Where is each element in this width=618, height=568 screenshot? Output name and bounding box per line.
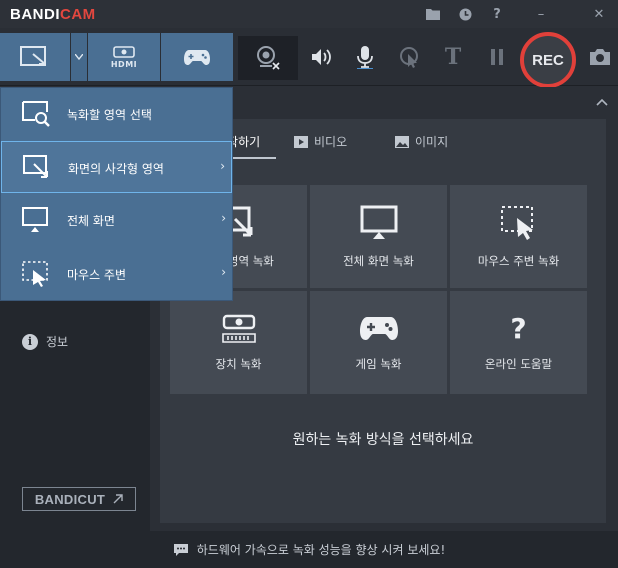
- sidebar-item-info[interactable]: i 정보: [22, 333, 68, 350]
- rect-area-icon: [23, 155, 48, 178]
- submenu-arrow-icon: ›: [221, 265, 226, 279]
- hdmi-device-icon: [221, 314, 256, 343]
- webcam-toggle[interactable]: [238, 36, 298, 80]
- mouse-area-record-tile[interactable]: 마우스 주변 녹화: [450, 185, 587, 288]
- camera-icon[interactable]: [584, 38, 616, 76]
- screen-mode-button[interactable]: [0, 33, 70, 81]
- fullscreen-icon: [360, 205, 397, 239]
- submenu-arrow-icon: ›: [220, 159, 225, 173]
- game-record-tile[interactable]: 게임 녹화: [310, 291, 447, 394]
- select-mode-prompt: 원하는 녹화 방식을 선택하세요: [292, 432, 474, 448]
- info-icon: i: [22, 333, 38, 350]
- submenu-arrow-icon: ›: [221, 211, 226, 225]
- video-icon: [294, 135, 308, 148]
- fullscreen-record-tile[interactable]: 전체 화면 녹화: [310, 185, 447, 288]
- pause-icon[interactable]: [481, 38, 513, 76]
- select-area-icon: [22, 101, 50, 127]
- collapse-icon[interactable]: [596, 95, 608, 109]
- minimize-icon[interactable]: –: [530, 3, 552, 25]
- device-record-tile[interactable]: 장치 녹화: [170, 291, 307, 394]
- app-logo: BANDICAM: [10, 6, 96, 23]
- microphone-icon[interactable]: [349, 38, 381, 76]
- status-footer[interactable]: 하드웨어 가속으로 녹화 성능을 향상 시켜 보세요!: [0, 531, 618, 568]
- mouse-area-icon: [500, 205, 533, 240]
- tab-image[interactable]: 이미지: [395, 133, 448, 150]
- external-link-icon: [113, 494, 123, 504]
- menu-item-rect-area[interactable]: 화면의 사각형 영역 ›: [1, 141, 232, 193]
- folder-icon[interactable]: [422, 3, 444, 25]
- fullscreen-icon: [22, 207, 48, 232]
- menu-item-fullscreen[interactable]: 전체 화면 ›: [1, 194, 232, 246]
- menu-item-mouse-area[interactable]: 마우스 주변 ›: [1, 248, 232, 300]
- image-icon: [395, 135, 409, 148]
- gamepad-icon: [184, 50, 210, 65]
- mode-dropdown-menu: 녹화할 영역 선택 화면의 사각형 영역 › 전체 화면 › 마우스 주변 ›: [0, 87, 233, 301]
- title-bar: BANDICAM ? – ✕: [0, 0, 618, 28]
- mode-dropdown-toggle[interactable]: [71, 33, 87, 81]
- speaker-icon[interactable]: [305, 38, 337, 76]
- chat-bubble-icon: [173, 543, 188, 556]
- game-mode-button[interactable]: [161, 33, 233, 81]
- clock-icon[interactable]: [454, 3, 476, 25]
- online-help-tile[interactable]: ? 온라인 도움말: [450, 291, 587, 394]
- cursor-effect-icon[interactable]: [394, 38, 426, 76]
- help-icon[interactable]: ?: [486, 3, 508, 25]
- menu-item-select-area[interactable]: 녹화할 영역 선택: [1, 88, 232, 140]
- footer-message: 하드웨어 가속으로 녹화 성능을 향상 시켜 보세요!: [196, 543, 446, 557]
- text-tool-icon[interactable]: T: [437, 38, 469, 76]
- help-icon: ?: [510, 311, 527, 345]
- tab-video[interactable]: 비디오: [294, 133, 347, 150]
- bandicut-button[interactable]: BANDICUT: [22, 487, 136, 511]
- webcam-icon: [257, 46, 280, 70]
- record-button[interactable]: REC: [520, 32, 576, 88]
- close-icon[interactable]: ✕: [588, 3, 610, 25]
- hdmi-device-icon: [113, 45, 135, 58]
- gamepad-icon: [359, 316, 398, 340]
- main-toolbar: HDMI T REC: [0, 28, 618, 88]
- mouse-area-icon: [22, 261, 48, 287]
- device-mode-button[interactable]: HDMI: [88, 33, 160, 81]
- hdmi-label: HDMI: [110, 59, 138, 69]
- sidebar-item-label: 정보: [46, 335, 69, 349]
